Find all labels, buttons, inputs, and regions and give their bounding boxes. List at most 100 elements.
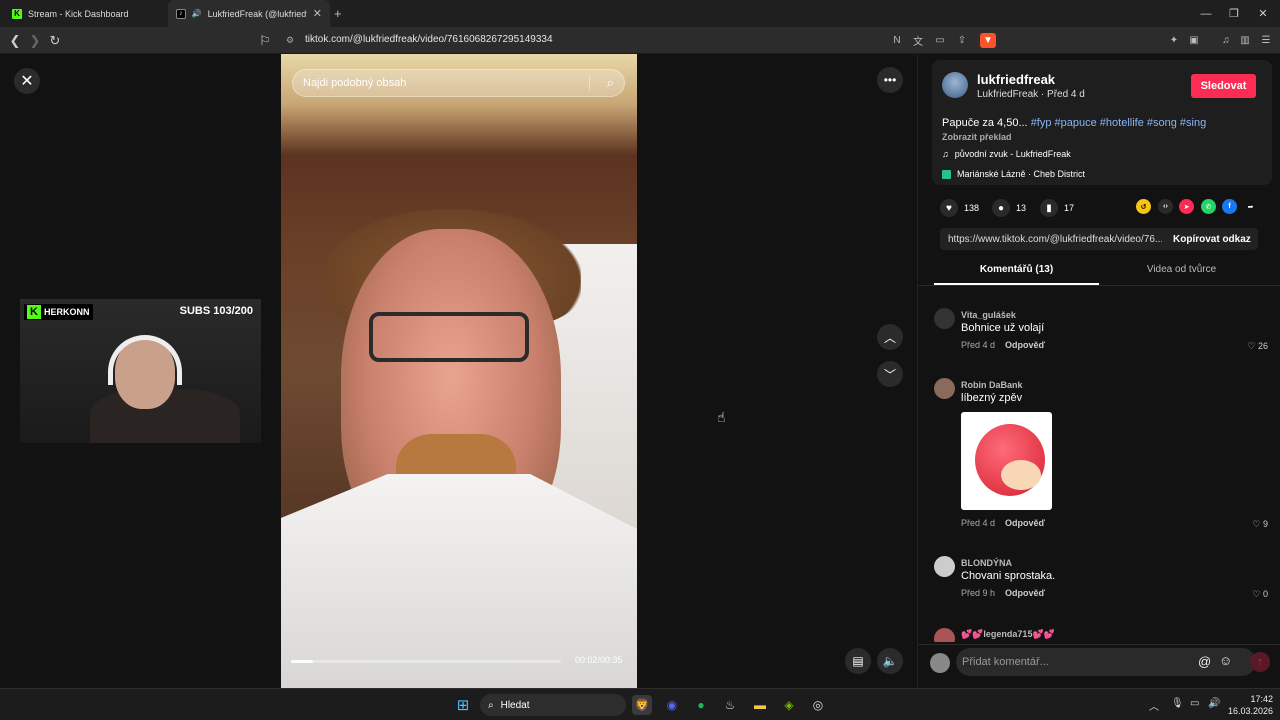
- author-avatar[interactable]: [942, 72, 968, 98]
- video-frame-glasses: [369, 312, 529, 362]
- more-options-icon[interactable]: •••: [877, 67, 903, 93]
- similar-content-search-input[interactable]: Najdi podobný obsah ⌕: [292, 69, 625, 97]
- comment-text: Bohnice už volají: [961, 322, 1045, 334]
- post-hashtags[interactable]: #fyp #papuce #hotellife #song #sing: [1031, 117, 1207, 129]
- reload-icon[interactable]: ↻: [44, 30, 66, 51]
- details-panel: lukfriedfreak LukfriedFreak · Před 4 d S…: [917, 54, 1280, 688]
- discord-icon[interactable]: ◉: [662, 695, 682, 715]
- commenter-name[interactable]: BLONDÝNA: [961, 558, 1012, 568]
- forward-icon[interactable]: ❯: [24, 30, 46, 51]
- volume-icon[interactable]: 🔈: [877, 648, 903, 674]
- nvidia-icon[interactable]: ◈: [779, 695, 799, 715]
- bookmark-icon[interactable]: ⚐: [254, 30, 276, 51]
- menu-icon[interactable]: ☰: [1258, 33, 1274, 48]
- comment-text: Chovani sprostaka.: [961, 570, 1056, 582]
- url-field[interactable]: tiktok.com/@lukfriedfreak/video/76160682…: [305, 34, 553, 45]
- video-progress-fill: [291, 660, 313, 663]
- tab-comments[interactable]: Komentářů (13): [934, 264, 1099, 284]
- taskbar-clock[interactable]: 17:42 16.03.2026: [1228, 693, 1273, 717]
- share-page-icon[interactable]: ⇪: [954, 33, 970, 48]
- translate-icon[interactable]: 文: [910, 33, 926, 48]
- start-menu-icon[interactable]: ⊞: [453, 695, 473, 715]
- emoji-icon[interactable]: ☺: [1219, 653, 1232, 668]
- extensions-icon[interactable]: ✦: [1166, 33, 1182, 48]
- author-meta: LukfriedFreak · Před 4 d: [977, 89, 1085, 100]
- previous-video-icon[interactable]: ︿: [877, 324, 903, 350]
- author-username[interactable]: lukfriedfreak: [977, 72, 1055, 87]
- copy-link-button[interactable]: Kopírovat odkaz: [1173, 234, 1251, 245]
- reply-button[interactable]: Odpověď: [1005, 518, 1045, 528]
- commenter-name[interactable]: Vita_gulášek: [961, 310, 1016, 320]
- comment-time: Před 9 h: [961, 588, 996, 598]
- volume-tray-icon[interactable]: 🔊: [1208, 698, 1220, 709]
- reply-button[interactable]: Odpověď: [1005, 340, 1045, 350]
- comment-item: BLONDÝNA Chovani sprostaka. Před 9 h Odp…: [934, 556, 1274, 606]
- comment-like-button[interactable]: ♡ 9: [1252, 519, 1268, 530]
- commenter-name[interactable]: 💕💕legenda715💕💕: [961, 629, 1055, 640]
- tab-tiktok[interactable]: ♪ 🔊 LukfriedFreak (@lukfriedfreak ✕: [168, 0, 330, 27]
- video-player[interactable]: Najdi podobný obsah ⌕ 00:02/00:35: [281, 54, 637, 688]
- search-icon[interactable]: ⌕: [607, 75, 614, 91]
- send-comment-button[interactable]: ↑: [1250, 652, 1270, 672]
- wallet-icon[interactable]: ▣: [1186, 33, 1202, 48]
- file-explorer-icon[interactable]: ▬: [750, 695, 770, 715]
- search-divider: [589, 75, 590, 91]
- commenter-avatar[interactable]: [934, 308, 955, 329]
- sound-link[interactable]: ♫ původní zvuk - LukfriedFreak: [942, 149, 1071, 159]
- hand-cursor-icon: ☝: [717, 409, 726, 425]
- close-tab-icon[interactable]: ✕: [313, 7, 322, 20]
- comment-like-button[interactable]: ♡ 0: [1252, 589, 1268, 600]
- close-window-icon[interactable]: ✕: [1246, 0, 1280, 27]
- save-button[interactable]: ▮ 17: [1040, 199, 1074, 217]
- show-translation-link[interactable]: Zobrazit překlad: [942, 132, 1012, 142]
- facebook-icon[interactable]: f: [1222, 199, 1237, 214]
- tab-divider: [918, 285, 1280, 286]
- heart-outline-icon: ♡: [1252, 589, 1261, 599]
- video-progress-bar[interactable]: [291, 660, 561, 663]
- tiktok-page: ✕ Najdi podobný obsah ⌕ 00:02/00:35 ••• …: [0, 54, 1280, 688]
- comment-text: líbezný zpěv: [961, 392, 1023, 404]
- close-video-icon[interactable]: ✕: [14, 68, 40, 94]
- mention-icon[interactable]: @: [1198, 654, 1211, 669]
- like-button[interactable]: ♥ 138: [940, 199, 979, 217]
- reply-button[interactable]: Odpověď: [1005, 588, 1045, 598]
- site-info-icon[interactable]: ⚙: [286, 35, 294, 46]
- show-hidden-icons-icon[interactable]: ︿: [1149, 698, 1159, 713]
- next-video-icon[interactable]: ﹀: [877, 361, 903, 387]
- taskbar-search-input[interactable]: ⌕ Hledat: [480, 694, 626, 716]
- location-link[interactable]: Mariánské Lázně · Cheb District: [942, 169, 1085, 179]
- embed-icon[interactable]: ‹›: [1158, 199, 1173, 214]
- tab-kick-dashboard[interactable]: K Stream - Kick Dashboard: [4, 0, 166, 27]
- comment-button[interactable]: ● 13: [992, 199, 1026, 217]
- whatsapp-icon[interactable]: ✆: [1201, 199, 1216, 214]
- tab-creator-videos[interactable]: Videa od tvůrce: [1099, 264, 1264, 284]
- microphone-icon[interactable]: 🎙: [1171, 698, 1184, 709]
- cast-icon[interactable]: ▭: [932, 33, 948, 48]
- commenter-name[interactable]: Robin DaBank: [961, 380, 1023, 390]
- commenter-avatar[interactable]: [934, 628, 955, 642]
- comment-item: Vita_gulášek Bohnice už volají Před 4 d …: [934, 308, 1274, 358]
- angry-bird-sticker-image[interactable]: [961, 412, 1052, 510]
- pip-icon[interactable]: ▤: [845, 648, 871, 674]
- share-more-icon[interactable]: ➦: [1243, 199, 1258, 214]
- location-name: Mariánské Lázně · Cheb District: [957, 169, 1086, 179]
- follow-button[interactable]: Sledovat: [1191, 74, 1256, 98]
- sidebar-icon[interactable]: ▥: [1237, 33, 1253, 48]
- commenter-avatar[interactable]: [934, 378, 955, 399]
- music-note-icon: ♫: [942, 149, 949, 159]
- obs-icon[interactable]: ◎: [808, 695, 828, 715]
- send-to-friends-icon[interactable]: ➤: [1179, 199, 1194, 214]
- brave-browser-icon[interactable]: 🦁: [632, 695, 652, 715]
- commenter-avatar[interactable]: [934, 556, 955, 577]
- tiktok-favicon-icon: ♪: [176, 8, 186, 19]
- no-translate-icon[interactable]: N: [889, 33, 905, 48]
- network-icon[interactable]: ▭: [1190, 698, 1199, 709]
- new-tab-button[interactable]: +: [334, 0, 350, 27]
- brave-shields-icon[interactable]: ▼: [980, 33, 996, 48]
- spotify-icon[interactable]: ●: [691, 695, 711, 715]
- comment-like-button[interactable]: ♡ 26: [1247, 341, 1268, 352]
- repost-icon[interactable]: ↺: [1136, 199, 1151, 214]
- back-icon[interactable]: ❮: [4, 30, 26, 51]
- steam-icon[interactable]: ♨: [720, 695, 740, 715]
- media-icon[interactable]: ♫: [1218, 33, 1234, 48]
